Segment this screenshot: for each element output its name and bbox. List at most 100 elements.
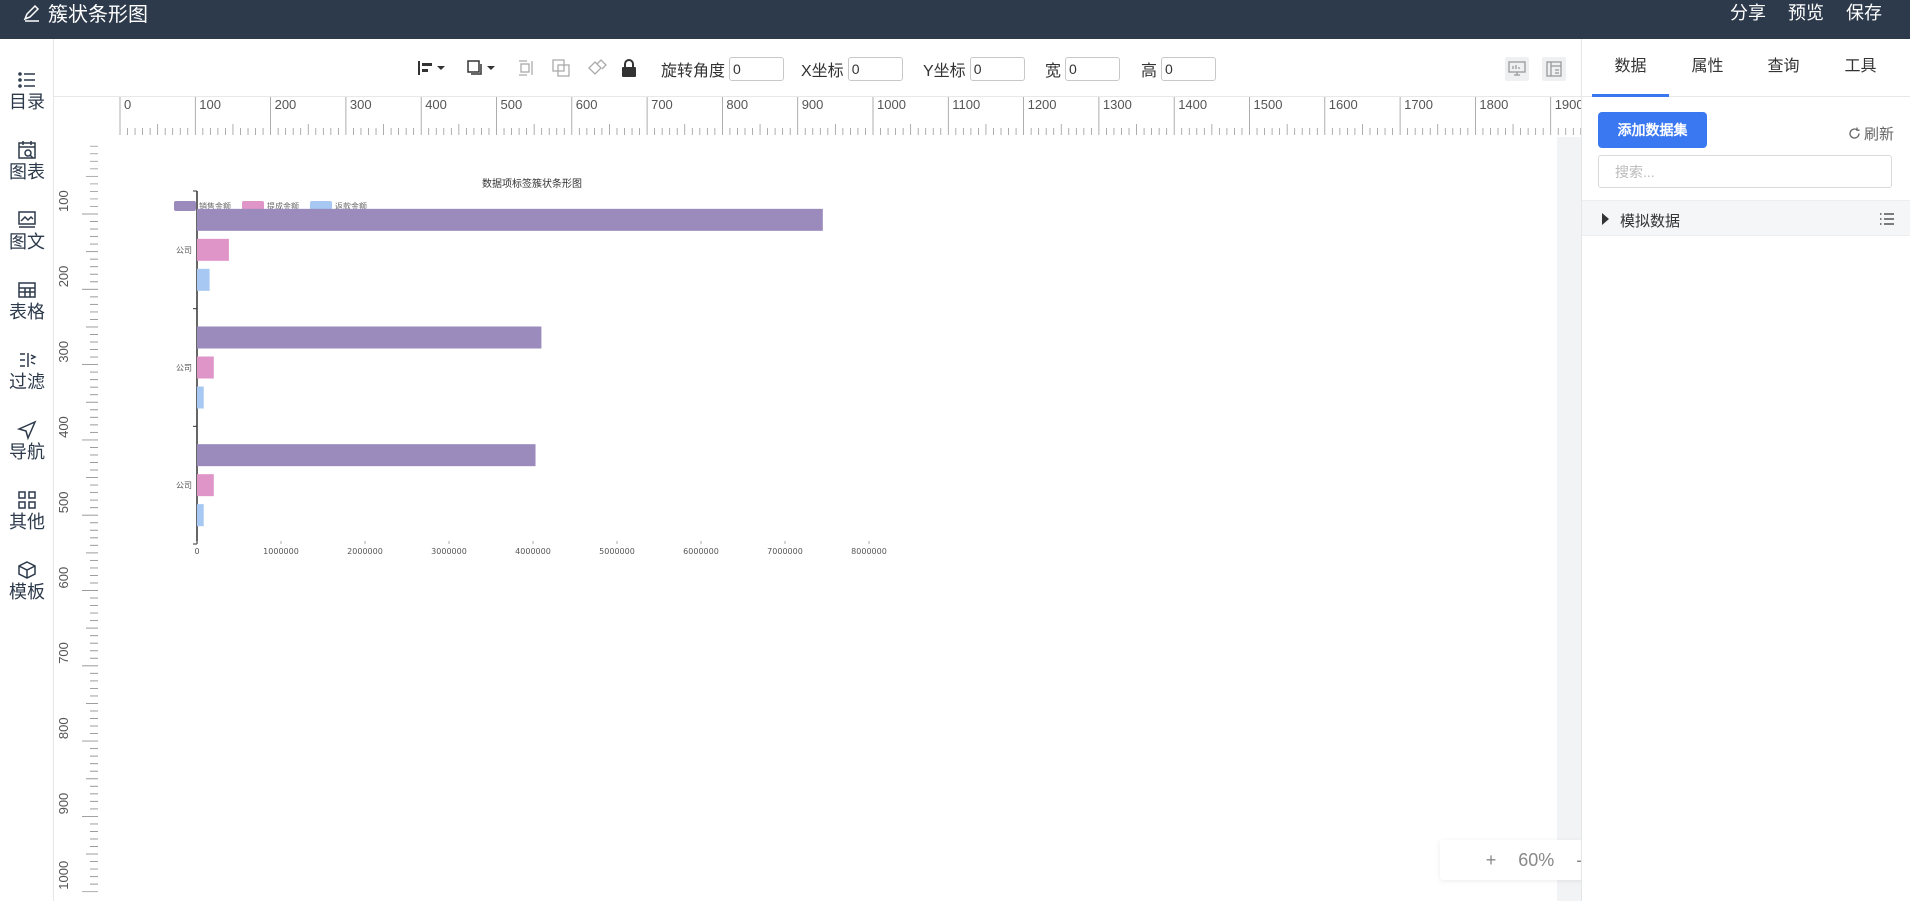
tab-tools[interactable]: 工具 bbox=[1822, 39, 1899, 97]
nav-item-table[interactable]: 表格 bbox=[0, 279, 54, 339]
refresh-button[interactable]: 刷新 bbox=[1848, 123, 1894, 144]
ruler-left-label: 400 bbox=[56, 416, 71, 438]
x-tick-label: 4000000 bbox=[515, 547, 551, 556]
group-button[interactable] bbox=[551, 57, 571, 79]
distribute-button[interactable] bbox=[517, 57, 535, 79]
nav-label: 过滤 bbox=[9, 372, 45, 392]
width-label: 宽 bbox=[1045, 63, 1062, 80]
list-menu-icon[interactable] bbox=[1879, 212, 1895, 226]
x-tick-label: 5000000 bbox=[599, 547, 635, 556]
add-dataset-button[interactable]: 添加数据集 bbox=[1598, 112, 1707, 148]
category-label: 公司 bbox=[176, 246, 192, 255]
app-title-text: 簇状条形图 bbox=[48, 4, 148, 26]
lock-icon bbox=[622, 59, 636, 77]
ruler-top-label: 1000 bbox=[877, 97, 906, 112]
tab-properties[interactable]: 属性 bbox=[1669, 39, 1746, 97]
tab-data[interactable]: 数据 bbox=[1592, 39, 1669, 97]
rotation-input[interactable] bbox=[729, 57, 785, 81]
x-coord-input[interactable] bbox=[847, 57, 903, 81]
save-button[interactable]: 保存 bbox=[1846, 0, 1882, 25]
ungroup-icon bbox=[588, 59, 607, 75]
ruler-top-label: 500 bbox=[501, 97, 523, 112]
ruler-top-label: 600 bbox=[576, 97, 598, 112]
nav-label: 其他 bbox=[9, 512, 45, 532]
expand-caret-icon[interactable] bbox=[1602, 213, 1609, 225]
category-label: 公司 bbox=[176, 481, 192, 490]
bar bbox=[197, 238, 229, 261]
edit-pen-icon bbox=[23, 4, 40, 22]
nav-label: 模板 bbox=[9, 582, 45, 602]
ruler-top-label: 1200 bbox=[1028, 97, 1057, 112]
ruler-top-label: 1400 bbox=[1178, 97, 1207, 112]
layer-dropdown[interactable] bbox=[467, 57, 497, 79]
layout-view-button[interactable] bbox=[1542, 57, 1566, 81]
left-nav: 目录 图表 图文 表格 过滤 导航 其他 模板 bbox=[0, 39, 54, 901]
nav-item-filter[interactable]: 过滤 bbox=[0, 349, 54, 409]
ruler-top-label: 100 bbox=[199, 97, 221, 112]
design-stage[interactable]: 数据项标签簇状条形图 销售金额 提成金额 返款金额 公司 公司 公司 0 1000000 2000… bbox=[117, 137, 1557, 901]
x-tick-label: 7000000 bbox=[767, 547, 803, 556]
x-tick-label: 3000000 bbox=[431, 547, 467, 556]
filter-icon bbox=[20, 353, 37, 367]
clustered-bar-chart[interactable]: 数据项标签簇状条形图销售金额 提成金额 返款金额公司公司公司0 1000000 2000… bbox=[117, 137, 1557, 901]
nav-label: 图文 bbox=[9, 232, 45, 252]
dataset-search-input[interactable] bbox=[1598, 155, 1892, 188]
nav-label: 表格 bbox=[9, 302, 45, 322]
calendar-chart-icon bbox=[18, 141, 36, 159]
share-button[interactable]: 分享 bbox=[1730, 0, 1766, 25]
nav-item-template[interactable]: 模板 bbox=[0, 559, 54, 619]
align-left-icon bbox=[418, 61, 445, 75]
dataset-name: 模拟数据 bbox=[1620, 213, 1681, 230]
legend-swatch bbox=[174, 201, 196, 211]
rotation-field: 旋转角度 bbox=[661, 57, 785, 81]
nav-label: 图表 bbox=[9, 162, 45, 182]
ruler-top-label: 300 bbox=[350, 97, 372, 112]
editor-toolbar: 旋转角度 X坐标 Y坐标 宽 高 bbox=[54, 39, 1581, 97]
ruler-left-label: 1000 bbox=[56, 861, 71, 890]
nav-item-chart[interactable]: 图表 bbox=[0, 139, 54, 199]
bar bbox=[197, 386, 204, 409]
right-panel: 数据 属性 查询 工具 添加数据集 刷新 模拟数据 bbox=[1581, 39, 1910, 901]
canvas-area: 旋转角度 X坐标 Y坐标 宽 高 bbox=[54, 39, 1644, 901]
ruler-left-label: 600 bbox=[56, 567, 71, 589]
ruler-left-label: 800 bbox=[56, 717, 71, 739]
dataset-row[interactable]: 模拟数据 bbox=[1582, 200, 1910, 236]
ruler-left-label: 300 bbox=[56, 341, 71, 363]
grid-icon bbox=[18, 491, 36, 509]
ruler-top-label: 1500 bbox=[1254, 97, 1283, 112]
width-input[interactable] bbox=[1065, 57, 1121, 81]
nav-item-catalog[interactable]: 目录 bbox=[0, 69, 54, 129]
ruler-top-label: 1900 bbox=[1555, 97, 1584, 112]
zoom-in-button[interactable]: + bbox=[1486, 850, 1497, 871]
image-text-icon bbox=[18, 211, 36, 228]
nav-item-navigation[interactable]: 导航 bbox=[0, 419, 54, 479]
x-coord-label: X坐标 bbox=[801, 63, 844, 80]
align-dropdown[interactable] bbox=[417, 57, 447, 79]
ruler-top-label: 200 bbox=[275, 97, 297, 112]
refresh-icon bbox=[1849, 127, 1860, 139]
list-icon bbox=[18, 72, 35, 88]
x-coord-field: X坐标 bbox=[801, 57, 903, 81]
height-label: 高 bbox=[1141, 63, 1158, 80]
ruler-top-label: 900 bbox=[802, 97, 824, 112]
app-title: 簇状条形图 bbox=[22, 0, 148, 27]
preview-button[interactable]: 预览 bbox=[1788, 0, 1824, 25]
table-icon bbox=[18, 282, 36, 298]
bar bbox=[197, 356, 214, 379]
desktop-icon bbox=[1508, 61, 1526, 76]
x-tick-label: 2000000 bbox=[347, 547, 383, 556]
height-input[interactable] bbox=[1161, 57, 1217, 81]
tab-query[interactable]: 查询 bbox=[1745, 39, 1822, 97]
navigation-icon bbox=[16, 420, 37, 441]
nav-item-image-text[interactable]: 图文 bbox=[0, 209, 54, 269]
y-coord-input[interactable] bbox=[969, 57, 1025, 81]
nav-item-other[interactable]: 其他 bbox=[0, 489, 54, 549]
category-label: 公司 bbox=[176, 364, 192, 373]
lock-button[interactable] bbox=[621, 57, 637, 79]
desktop-view-button[interactable] bbox=[1505, 57, 1529, 81]
ungroup-button[interactable] bbox=[586, 57, 608, 79]
ruler-left-label: 900 bbox=[56, 793, 71, 815]
ruler-left-label: 200 bbox=[56, 266, 71, 288]
ruler-top-label: 1800 bbox=[1479, 97, 1508, 112]
ruler-left-label: 500 bbox=[56, 491, 71, 513]
